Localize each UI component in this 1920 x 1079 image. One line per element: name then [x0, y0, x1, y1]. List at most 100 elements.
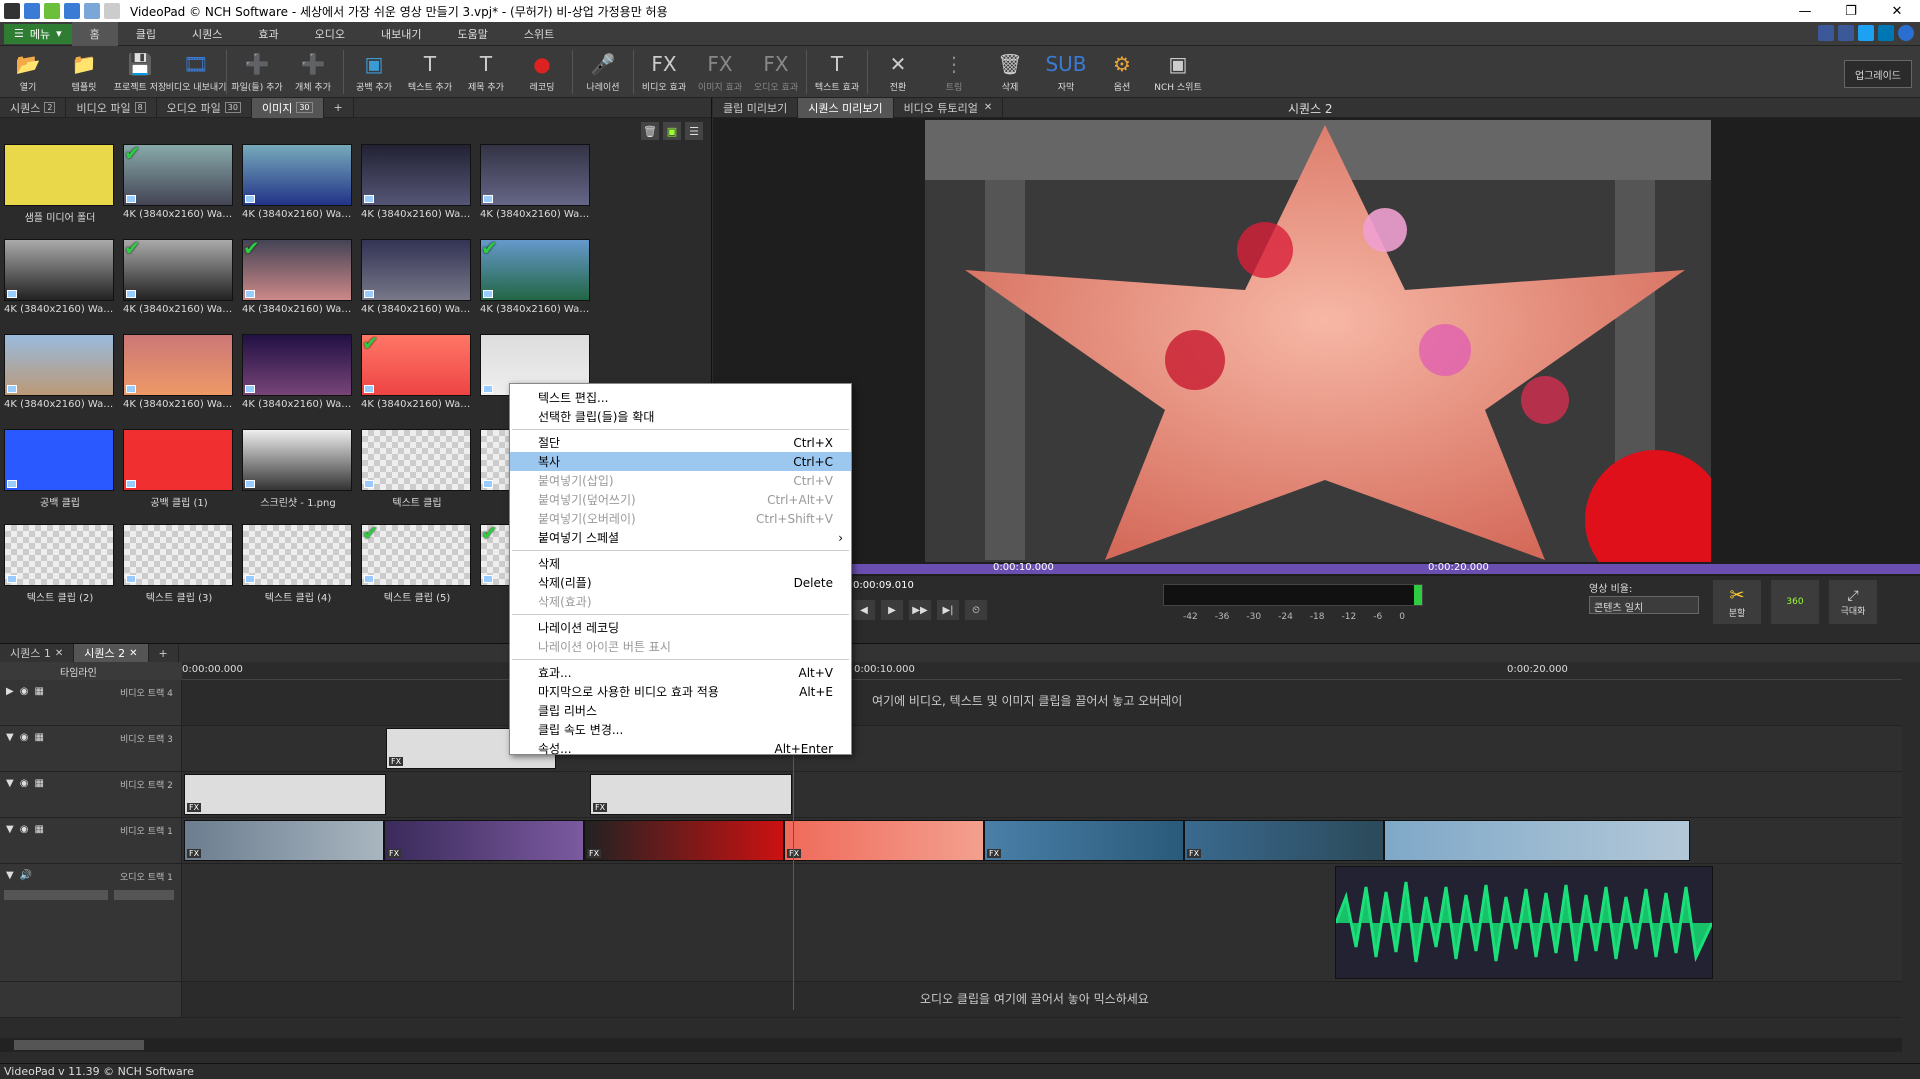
toolbar-button[interactable]: 🎞 비디오 내보내기 [166, 46, 227, 98]
preview-tab[interactable]: 비디오 튜토리얼 ✕ [894, 97, 1004, 118]
preview-tab[interactable]: 시퀀스 미리보기 [798, 97, 894, 118]
help-icon[interactable] [1898, 25, 1914, 41]
ribbon-tab[interactable]: 도움말 [440, 22, 506, 46]
context-menu-item[interactable]: 삭제(리플) Delete [510, 573, 851, 592]
context-menu-item[interactable]: 클립 속도 변경... [510, 720, 851, 739]
toolbar-button[interactable]: T 제목 추가 [458, 46, 514, 98]
audio-waveform-clip[interactable] [1334, 866, 1714, 979]
expand-arrow-icon[interactable]: ▶ [6, 686, 14, 697]
trash-icon[interactable]: 🗑 [641, 122, 659, 140]
bin-item[interactable]: ✔ 4K (3840x2160) Wallp... [361, 331, 473, 424]
toolbar-button[interactable]: ● 레코딩 [514, 46, 570, 98]
audio-drop-area[interactable]: 오디오 클립을 여기에 끌어서 놓아 믹스하세요 [0, 982, 1902, 1018]
facebook-icon[interactable] [1838, 25, 1854, 41]
track-mode-icon[interactable]: ▦ [34, 732, 43, 743]
timeline-clip[interactable]: FX [984, 820, 1184, 861]
toolbar-button[interactable]: FX 비디오 효과 [636, 46, 692, 98]
collapse-arrow-icon[interactable]: ▼ [6, 824, 14, 835]
bin-item[interactable]: 텍스트 클립 [361, 429, 473, 519]
fullscreen-button[interactable]: ⤢ 극대화 [1829, 580, 1877, 624]
context-menu-item[interactable]: 마지막으로 사용한 비디오 효과 적용 Alt+E [510, 682, 851, 701]
close-icon[interactable]: ✕ [55, 648, 63, 659]
bin-tab[interactable]: 시퀀스 2 [0, 97, 67, 118]
bin-item[interactable]: ✔ 4K (3840x2160) Wallp... [123, 236, 235, 329]
bin-item[interactable]: 4K (3840x2160) Wallp... [4, 334, 116, 424]
bin-item[interactable]: 샘플 미디어 폴더 [4, 144, 116, 234]
redo-icon[interactable] [104, 3, 120, 19]
prev-frame-icon[interactable]: ◀ [853, 600, 875, 620]
bin-item[interactable]: 4K (3840x2160) Wallp... [480, 144, 592, 234]
new-icon[interactable] [24, 3, 40, 19]
ribbon-tab[interactable]: 효과 [240, 22, 296, 46]
toolbar-button[interactable]: T 텍스트 추가 [402, 46, 458, 98]
bin-item[interactable]: 스크린샷 - 1.png [242, 429, 354, 519]
toolbar-button[interactable]: ⚙ 옵션 [1094, 46, 1150, 98]
toolbar-button[interactable]: ➕ 개체 추가 [285, 46, 341, 98]
bin-item[interactable]: 4K (3840x2160) Wallp... [242, 334, 354, 424]
volume-slider[interactable] [4, 890, 108, 900]
bin-item[interactable]: 텍스트 클립 (3) [123, 524, 235, 614]
eye-icon[interactable]: ◉ [20, 778, 29, 789]
context-menu-item[interactable]: 클립 리버스 [510, 701, 851, 720]
bin-tab[interactable]: 오디오 파일 30 [157, 97, 252, 118]
bin-item[interactable]: 4K (3840x2160) Wallp... [123, 334, 235, 424]
bin-item[interactable]: ✔ 4K (3840x2160) Wallp... [480, 236, 592, 329]
bin-item[interactable]: ✔ 4K (3840x2160) Wallp... [123, 141, 235, 234]
timeline-clip[interactable] [1384, 820, 1690, 861]
bin-item[interactable]: ✔ 텍스트 클립 (5) [361, 521, 473, 614]
ribbon-tab[interactable]: 내보내기 [363, 22, 439, 46]
sequence-tab[interactable]: 시퀀스 2 ✕ [74, 644, 149, 662]
list-view-icon[interactable]: ☰ [685, 122, 703, 140]
like-icon[interactable] [1818, 25, 1834, 41]
minimize-button[interactable]: — [1782, 0, 1828, 22]
main-menu-button[interactable]: ☰ 메뉴 ▾ [4, 23, 72, 44]
bin-item[interactable]: 4K (3840x2160) Wallp... [361, 239, 473, 329]
close-icon[interactable]: ✕ [984, 102, 992, 113]
bin-tab[interactable]: 비디오 파일 8 [66, 97, 157, 118]
track-mode-icon[interactable]: ▦ [34, 778, 43, 789]
bin-tab[interactable]: 이미지 30 [251, 97, 324, 118]
speaker-icon[interactable]: 🔊 [20, 870, 32, 881]
end-icon[interactable]: ▶| [937, 600, 959, 620]
twitter-icon[interactable] [1858, 25, 1874, 41]
restore-button[interactable]: ❐ [1828, 0, 1874, 22]
upgrade-button[interactable]: 업그레이드 [1844, 60, 1912, 88]
ribbon-tab[interactable]: 시퀀스 [174, 22, 240, 46]
add-folder-icon[interactable]: ▣ [663, 122, 681, 140]
bin-item[interactable]: 4K (3840x2160) Wallp... [4, 239, 116, 329]
toolbar-button[interactable]: ⋮ 트림 [926, 46, 982, 98]
play-icon[interactable]: ▶ [881, 600, 903, 620]
collapse-arrow-icon[interactable]: ▼ [6, 870, 14, 881]
context-menu-item[interactable]: 효과... Alt+V [510, 663, 851, 682]
bin-item[interactable]: 텍스트 클립 (4) [242, 524, 354, 614]
ribbon-tab[interactable]: 클립 [118, 22, 174, 46]
context-menu-item[interactable]: 선택한 클립(들)을 확대 [510, 407, 851, 426]
toolbar-button[interactable]: SUB 자막 [1038, 46, 1094, 98]
timeline-clip[interactable]: FX [384, 820, 584, 861]
timeline-clip[interactable]: FX [184, 774, 386, 815]
collapse-arrow-icon[interactable]: ▼ [6, 732, 14, 743]
eye-icon[interactable]: ◉ [20, 824, 29, 835]
ribbon-tab[interactable]: 오디오 [297, 22, 363, 46]
toolbar-button[interactable]: ➕ 파일(들) 추가 [229, 46, 285, 98]
context-menu-item[interactable]: 복사 Ctrl+C [510, 452, 851, 471]
eye-icon[interactable]: ◉ [20, 732, 29, 743]
toolbar-button[interactable]: ▣ 공백 추가 [346, 46, 402, 98]
context-menu-item[interactable]: 절단 Ctrl+X [510, 433, 851, 452]
context-menu-item[interactable]: 삭제 [510, 554, 851, 573]
bin-item[interactable]: 텍스트 클립 (2) [4, 524, 116, 614]
speed-icon[interactable]: ⏲ [965, 600, 987, 620]
track-mode-icon[interactable]: ▦ [34, 824, 43, 835]
open-icon[interactable] [44, 3, 60, 19]
preview-timebar[interactable]: 0:00:10.000 0:00:20.000 [713, 562, 1920, 574]
next-frame-icon[interactable]: ▶▶ [909, 600, 931, 620]
bin-item[interactable]: 4K (3840x2160) Wallp... [361, 144, 473, 234]
timeline-clip[interactable]: FX [784, 820, 984, 861]
preview-tab[interactable]: 클립 미리보기 [713, 97, 799, 118]
toolbar-button[interactable]: T 텍스트 효과 [809, 46, 865, 98]
bin-item[interactable]: ✔ 4K (3840x2160) Wallp... [242, 236, 354, 329]
pan-slider[interactable] [114, 890, 174, 900]
collapse-arrow-icon[interactable]: ▼ [6, 778, 14, 789]
toolbar-button[interactable]: 💾 프로젝트 저장 [112, 46, 168, 98]
close-icon[interactable]: ✕ [129, 648, 137, 659]
